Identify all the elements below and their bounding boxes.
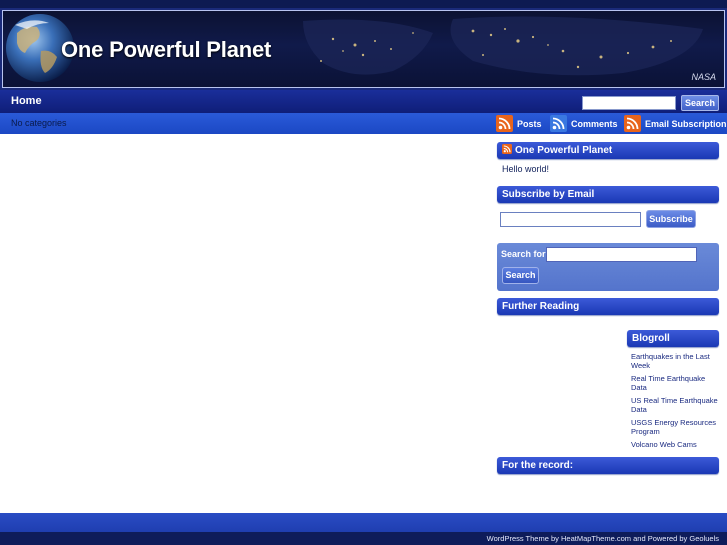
subscribe-button[interactable]: Subscribe	[646, 210, 696, 228]
email-subscription-label: Email Subscription	[645, 118, 727, 129]
widget-title-latest-label[interactable]: One Powerful Planet	[515, 145, 612, 156]
post-link-hello-world[interactable]: Hello world!	[502, 164, 549, 174]
blogroll-list: Earthquakes in the Last Week Real Time E…	[631, 352, 719, 453]
email-subscription-link[interactable]: Email Subscription	[624, 115, 727, 132]
widget-title-for-the-record: For the record:	[497, 457, 719, 474]
nav-item-home[interactable]: Home	[11, 95, 42, 107]
subscribe-email-input[interactable]	[500, 212, 641, 227]
category-bar: No categories Posts Comments Email Subsc…	[0, 113, 727, 134]
blogroll-link[interactable]: US Real Time Earthquake Data	[631, 396, 719, 414]
no-categories-text: No categories	[11, 118, 67, 128]
header-banner[interactable]: One Powerful Planet NASA	[2, 10, 725, 88]
site-header: One Powerful Planet NASA	[0, 8, 727, 90]
rss-icon	[624, 115, 641, 132]
footer-credit[interactable]: WordPress Theme by HeatMapTheme.com and …	[487, 534, 719, 543]
sidebar-search-widget: Search for: Search	[497, 243, 719, 291]
top-strip	[0, 0, 727, 8]
widget-title-further-reading: Further Reading	[497, 298, 719, 315]
header-search-button[interactable]: Search	[681, 95, 719, 111]
rss-icon	[502, 144, 512, 154]
widget-title-latest: One Powerful Planet	[497, 142, 719, 159]
search-label: Search for:	[501, 249, 549, 259]
footer-bar	[0, 513, 727, 532]
posts-feed-label: Posts	[517, 118, 542, 129]
widget-title-blogroll: Blogroll	[627, 330, 719, 347]
image-credit: NASA	[691, 72, 716, 82]
blogroll-link[interactable]: Real Time Earthquake Data	[631, 374, 719, 392]
sidebar-search-input[interactable]	[546, 247, 697, 262]
footer-credit-bar: WordPress Theme by HeatMapTheme.com and …	[0, 532, 727, 545]
comments-feed-label: Comments	[571, 118, 618, 129]
main-nav: Home Search	[0, 90, 727, 113]
sidebar-search-button[interactable]: Search	[502, 267, 539, 284]
rss-icon	[550, 115, 567, 132]
header-search-input[interactable]	[582, 96, 676, 110]
blogroll-link[interactable]: USGS Energy Resources Program	[631, 418, 719, 436]
site-title[interactable]: One Powerful Planet	[61, 37, 271, 63]
blogroll-link[interactable]: Earthquakes in the Last Week	[631, 352, 719, 370]
comments-feed-link[interactable]: Comments	[550, 115, 618, 132]
posts-feed-link[interactable]: Posts	[496, 115, 542, 132]
widget-title-subscribe: Subscribe by Email	[497, 186, 719, 203]
blogroll-link[interactable]: Volcano Web Cams	[631, 440, 719, 449]
rss-icon	[496, 115, 513, 132]
